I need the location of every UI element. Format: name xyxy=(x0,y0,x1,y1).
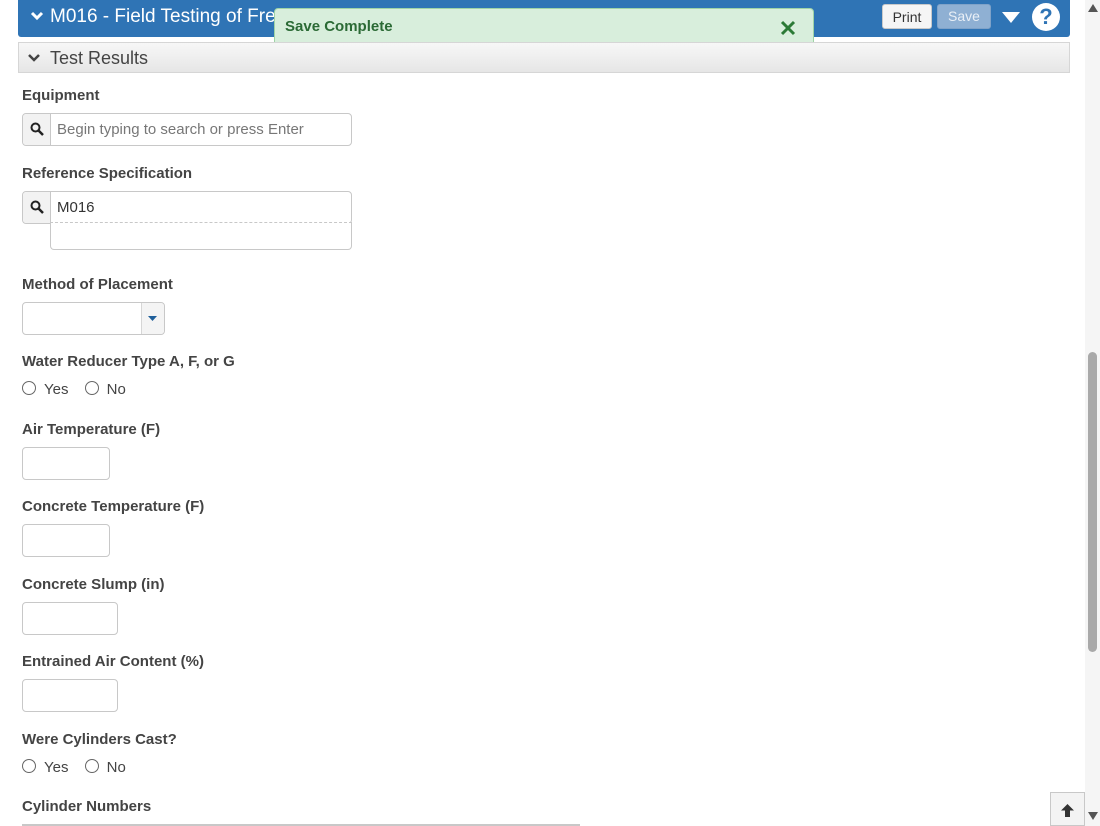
reference-spec-input[interactable] xyxy=(51,192,349,223)
search-icon xyxy=(30,200,44,214)
water-reducer-radio-group: Yes No xyxy=(22,381,138,398)
water-reducer-no-radio[interactable] xyxy=(84,381,99,396)
section-title: Test Results xyxy=(50,48,149,68)
cylinders-cast-radio-group: Yes No xyxy=(22,759,138,776)
cylinders-cast-label: Were Cylinders Cast? xyxy=(22,731,177,748)
search-icon xyxy=(30,122,44,136)
scroll-down-arrow-icon[interactable] xyxy=(1088,812,1098,820)
concrete-slump-input[interactable] xyxy=(22,602,118,635)
cylinder-numbers-label: Cylinder Numbers xyxy=(22,798,152,815)
chevron-down-icon xyxy=(28,54,40,62)
caret-down-icon[interactable] xyxy=(1002,12,1020,24)
help-icon[interactable]: ? xyxy=(1032,3,1060,31)
air-temperature-label: Air Temperature (F) xyxy=(22,421,161,438)
print-button[interactable]: Print xyxy=(882,4,932,29)
scroll-up-arrow-icon[interactable] xyxy=(1088,4,1098,12)
radio-label-yes: Yes xyxy=(44,381,69,398)
chevron-down-icon[interactable] xyxy=(30,9,44,23)
search-button[interactable] xyxy=(23,192,51,223)
entrained-air-label: Entrained Air Content (%) xyxy=(22,653,204,670)
concrete-temperature-input[interactable] xyxy=(22,524,110,557)
concrete-slump-label: Concrete Slump (in) xyxy=(22,576,165,593)
equipment-search-group xyxy=(22,113,352,146)
cylinders-cast-no-radio[interactable] xyxy=(84,759,99,774)
caret-down-icon xyxy=(148,316,157,321)
air-temperature-input[interactable] xyxy=(22,447,110,480)
equipment-search-input[interactable] xyxy=(51,114,349,145)
close-icon[interactable] xyxy=(779,19,797,37)
search-button[interactable] xyxy=(23,114,51,145)
method-of-placement-select[interactable] xyxy=(22,302,165,335)
water-reducer-label: Water Reducer Type A, F, or G xyxy=(22,353,235,370)
radio-label-no: No xyxy=(106,381,126,398)
arrow-up-icon xyxy=(1061,804,1074,817)
save-button[interactable]: Save xyxy=(937,4,991,29)
page-title: M016 - Field Testing of Fres xyxy=(50,6,286,27)
reference-spec-dropdown[interactable] xyxy=(50,222,352,250)
back-to-top-button[interactable] xyxy=(1050,792,1085,826)
toast-message: Save Complete xyxy=(285,18,393,35)
test-results-section-header[interactable]: Test Results xyxy=(18,42,1070,73)
concrete-temperature-label: Concrete Temperature (F) xyxy=(22,498,205,515)
equipment-label: Equipment xyxy=(22,87,100,104)
cylinders-cast-yes-radio[interactable] xyxy=(22,759,36,774)
reference-spec-search-group xyxy=(22,191,352,224)
radio-label-no: No xyxy=(106,759,126,776)
radio-label-yes: Yes xyxy=(44,759,69,776)
entrained-air-input[interactable] xyxy=(22,679,118,712)
water-reducer-yes-radio[interactable] xyxy=(22,381,36,396)
method-of-placement-label: Method of Placement xyxy=(22,276,173,293)
select-toggle[interactable] xyxy=(141,303,164,334)
scrollbar-thumb[interactable] xyxy=(1088,352,1097,652)
reference-specification-label: Reference Specification xyxy=(22,165,193,182)
